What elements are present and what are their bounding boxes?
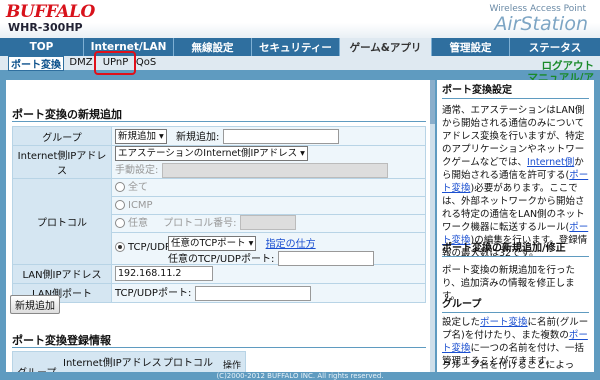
help-title-1: ポート変換設定 [442, 85, 512, 96]
group-select[interactable]: 新規追加 ▾ [115, 129, 167, 145]
subtab-dmz[interactable]: DMZ [68, 56, 94, 69]
help-text-1: 通常、エアステーションはLAN側から開始される通信のみについてアドレス変換を行い… [442, 105, 589, 259]
help-panel: ポート変換設定 通常、エアステーションはLAN側から開始される通信のみについてア… [437, 80, 594, 372]
model-name: WHR-300HP [8, 21, 83, 34]
protocol-label: プロトコル [12, 177, 112, 265]
proto-icmp-radio[interactable] [115, 199, 125, 210]
internet-ip-row: Internet側IPアドレス エアステーションのInternet側IPアドレス… [12, 145, 426, 179]
help-divider-2 [442, 256, 589, 257]
proto-tcpudp-radio[interactable] [115, 241, 125, 252]
any-port-label: 任意のTCP/UDPポート: [168, 253, 275, 265]
copyright: (C)2000-2012 BUFFALO INC. All rights res… [216, 372, 384, 380]
subtab-port-forwarding[interactable]: ポート変換 [8, 56, 64, 71]
manual-ip-input[interactable] [161, 162, 388, 178]
help-link-portfwd-3[interactable]: ポート変換 [480, 317, 528, 328]
lan-ip-input[interactable]: 192.168.11.2 [115, 266, 213, 281]
port-forwarding-form: グループ 新規追加 ▾ 新規追加: Internet側IPアドレス エアステーシ… [12, 126, 426, 303]
header: BUFFALO WHR-300HP Wireless Access Point … [0, 0, 600, 38]
internet-ip-select[interactable]: エアステーションのInternet側IPアドレス ▾ [115, 146, 308, 161]
main-panel: ポート変換の新規追加 グループ 新規追加 ▾ 新規追加: Internet側IP… [6, 80, 430, 372]
upnp-highlight-box [94, 51, 136, 75]
tab-game-app[interactable]: ゲーム&アプリ [340, 38, 432, 56]
any-port-input[interactable] [277, 251, 374, 266]
lan-ip-label: LAN側IPアドレス [12, 263, 112, 284]
tab-admin[interactable]: 管理設定 [432, 38, 510, 56]
col-action: 操作 [223, 361, 242, 371]
group-row: グループ 新規追加 ▾ 新規追加: [12, 126, 426, 146]
main-scrollbar-thumb[interactable] [430, 80, 435, 124]
protocol-row: プロトコル 全て ICMP 任意 プロトコル番号: TCP/UDP 任意のTCP… [12, 177, 426, 266]
help-divider-3 [442, 312, 589, 313]
proto-any-radio[interactable] [115, 217, 125, 228]
new-entry-title: ポート変換の新規追加 [12, 108, 122, 121]
col-protocol: プロトコル [163, 358, 213, 369]
manual-label: 手動設定: [115, 165, 159, 176]
section-divider [12, 121, 426, 122]
product-logo: AirStation [494, 13, 588, 35]
brand-logo: BUFFALO [6, 2, 95, 22]
lan-port-row: LAN側ポート TCP/UDPポート: [12, 282, 426, 303]
proto-tcpudp-label: TCP/UDP [128, 241, 171, 253]
help-divider-1 [442, 98, 589, 99]
section-divider-2 [12, 347, 426, 348]
col-internet-ip: Internet側IPアドレス [63, 358, 162, 369]
tab-security[interactable]: セキュリティー [252, 38, 340, 56]
howto-link[interactable]: 指定の仕方 [266, 239, 316, 250]
proto-all-radio[interactable] [115, 181, 125, 192]
group-label: グループ [12, 126, 112, 146]
tab-top[interactable]: TOP [0, 38, 84, 56]
proto-icmp-label: ICMP [128, 199, 153, 211]
lan-port-input[interactable] [194, 285, 311, 301]
registered-title: ポート変換登録情報 [12, 334, 111, 347]
lan-ip-row: LAN側IPアドレス 192.168.11.2 [12, 263, 426, 284]
col-group: グループ [17, 364, 56, 372]
group-name-input[interactable] [222, 129, 339, 145]
registered-table-header: グループ Internet側IPアドレス プロトコル 操作 [12, 351, 246, 372]
help-link-internet[interactable]: Internet側 [527, 157, 574, 168]
lan-port-prefix: TCP/UDPポート: [115, 288, 192, 300]
help-text-4: グループ名を付けることによって、複数の [442, 360, 575, 371]
proto-number-label: プロトコル番号: [163, 217, 237, 229]
proto-all-label: 全て [128, 181, 148, 193]
group-new-label: 新規追加: [176, 131, 220, 143]
help-title-2: ポート変換の新規追加/修正 [442, 243, 566, 254]
internet-ip-label: Internet側IPアドレス [12, 145, 112, 179]
help-title-3: グループ [442, 299, 482, 310]
proto-any-label: 任意 [128, 217, 148, 229]
tab-wireless[interactable]: 無線設定 [174, 38, 252, 56]
subtab-qos[interactable]: QoS [134, 56, 158, 69]
tab-status[interactable]: ステータス [510, 38, 600, 56]
add-button[interactable]: 新規追加 [10, 295, 60, 314]
proto-number-input[interactable] [239, 215, 296, 230]
